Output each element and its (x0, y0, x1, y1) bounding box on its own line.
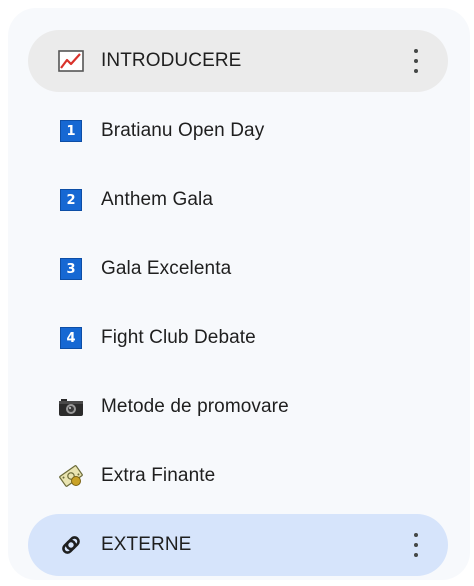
nav-section-label: INTRODUCERE (101, 50, 242, 71)
nav-item-anthem-gala[interactable]: 2 Anthem Gala (28, 169, 448, 231)
navigation-panel: INTRODUCERE 1 Bratianu Open Day 2 Anthem… (8, 8, 470, 580)
nav-item-label: Anthem Gala (101, 189, 213, 210)
nav-item-label: Fight Club Debate (101, 327, 256, 348)
nav-item-extra-finante[interactable]: Extra Finante (28, 445, 448, 507)
nav-item-gala-excelenta[interactable]: 3 Gala Excelenta (28, 238, 448, 300)
chart-line-icon (58, 48, 84, 74)
nav-item-label: Bratianu Open Day (101, 120, 265, 141)
nav-item-label: Metode de promovare (101, 396, 289, 417)
nav-item-label: Extra Finante (101, 465, 216, 486)
number-badge: 4 (60, 327, 82, 349)
number-badge: 1 (60, 120, 82, 142)
nav-item-label: Gala Excelenta (101, 258, 232, 279)
more-options-icon[interactable] (412, 533, 420, 557)
nav-section-externe[interactable]: EXTERNE (28, 514, 448, 576)
number-badge-icon: 1 (58, 118, 84, 144)
nav-item-fight-club-debate[interactable]: 4 Fight Club Debate (28, 307, 448, 369)
money-icon (58, 463, 84, 489)
number-badge: 3 (60, 258, 82, 280)
nav-section-label: EXTERNE (101, 534, 192, 555)
paperclip-icon (58, 532, 84, 558)
camera-icon (58, 394, 84, 420)
nav-item-bratianu-open-day[interactable]: 1 Bratianu Open Day (28, 100, 448, 162)
number-badge-icon: 3 (58, 256, 84, 282)
number-badge-icon: 4 (58, 325, 84, 351)
number-badge-icon: 2 (58, 187, 84, 213)
more-options-icon[interactable] (412, 49, 420, 73)
number-badge: 2 (60, 189, 82, 211)
nav-section-introducere[interactable]: INTRODUCERE (28, 30, 448, 92)
nav-item-metode-de-promovare[interactable]: Metode de promovare (28, 376, 448, 438)
